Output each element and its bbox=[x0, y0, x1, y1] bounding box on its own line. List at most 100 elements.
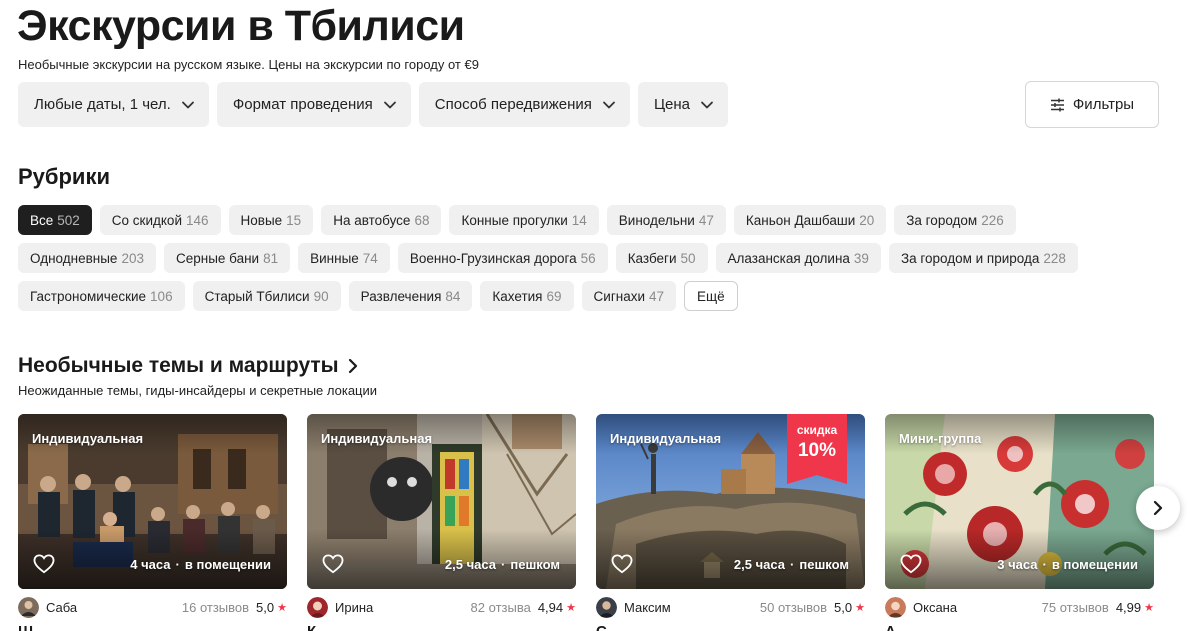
chip-label: Сигнахи bbox=[593, 288, 645, 304]
tour-duration: 2,5 часа bbox=[733, 557, 786, 572]
avatar bbox=[885, 596, 906, 618]
tour-title[interactable]: Ш bbox=[18, 623, 287, 631]
chip-label: Алазанская долина bbox=[727, 250, 850, 266]
chip-count: 81 bbox=[263, 250, 279, 266]
tour-image[interactable]: Индивидуальная 2,5 часа · пешком bbox=[307, 414, 576, 589]
chip-count: 68 bbox=[414, 212, 430, 228]
guide-name: Оксана bbox=[913, 599, 958, 615]
chip-old-tbilisi[interactable]: Старый Тбилиси 90 bbox=[192, 281, 341, 311]
tour-card[interactable]: Индивидуальная скидка 10% 2,5 часа · пешко… bbox=[596, 414, 865, 631]
chip-all[interactable]: Все 502 bbox=[18, 205, 92, 235]
chip-label: Новые bbox=[240, 212, 283, 228]
discount-badge: скидка 10% bbox=[787, 414, 847, 484]
chip-gastro[interactable]: Гастрономические 106 bbox=[18, 281, 185, 311]
rating-value: 4,94 bbox=[537, 599, 564, 615]
chip-label: Конные прогулки bbox=[461, 212, 568, 228]
chip-count: 39 bbox=[853, 250, 869, 266]
chip-more-button[interactable]: Ещё bbox=[684, 281, 738, 311]
chip-wine[interactable]: Винные 74 bbox=[298, 243, 390, 273]
chip-bus[interactable]: На автобусе 68 bbox=[321, 205, 442, 235]
filters-button-label: Фильтры bbox=[1072, 96, 1135, 113]
chip-kakheti[interactable]: Кахетия 69 bbox=[480, 281, 574, 311]
chip-count: 228 bbox=[1043, 250, 1066, 266]
chip-discount[interactable]: Со скидкой 146 bbox=[99, 205, 221, 235]
chip-count: 50 bbox=[680, 250, 696, 266]
tour-image[interactable]: Индивидуальная скидка 10% 2,5 часа · пешко… bbox=[596, 414, 865, 589]
chip-count: 20 bbox=[859, 212, 875, 228]
chip-label: Кахетия bbox=[492, 288, 543, 304]
chip-dashbashi[interactable]: Каньон Дашбаши 20 bbox=[733, 205, 887, 235]
filter-transport-label: Способ передвижения bbox=[434, 96, 592, 113]
chip-count: 47 bbox=[698, 212, 714, 228]
chip-kazbegi[interactable]: Казбеги 50 bbox=[615, 243, 708, 273]
format-badge: Индивидуальная bbox=[610, 431, 722, 446]
avatar bbox=[307, 596, 328, 618]
tour-image[interactable]: Индивидуальная 4 часа · в помещении bbox=[18, 414, 287, 589]
chip-horse[interactable]: Конные прогулки 14 bbox=[449, 205, 599, 235]
chip-label: Развлечения bbox=[360, 288, 442, 304]
chip-count: 106 bbox=[150, 288, 173, 304]
rubrics-title: Рубрики bbox=[18, 164, 110, 189]
page-title: Экскурсии в Тбилиси bbox=[17, 2, 465, 50]
filter-format-button[interactable]: Формат проведения bbox=[216, 82, 411, 127]
heart-icon[interactable] bbox=[900, 554, 922, 574]
discount-label: скидка bbox=[796, 423, 838, 437]
reviews-count: 50 отзывов bbox=[759, 599, 828, 615]
card-footer: Ирина 82 отзыва 4,94 ★ bbox=[307, 595, 576, 619]
chip-label: Казбеги bbox=[627, 250, 677, 266]
chip-label: Все bbox=[30, 212, 54, 228]
chip-alazani[interactable]: Алазанская долина 39 bbox=[715, 243, 881, 273]
format-badge: Мини-группа bbox=[899, 431, 982, 446]
heart-icon[interactable] bbox=[322, 554, 344, 574]
filter-price-button[interactable]: Цена bbox=[637, 82, 729, 127]
chip-label: Со скидкой bbox=[111, 212, 182, 228]
tour-image[interactable]: Мини-группа 3 часа · в помещении bbox=[885, 414, 1154, 589]
chip-wineries[interactable]: Винодельни 47 bbox=[606, 205, 726, 235]
tour-title[interactable]: К bbox=[307, 623, 576, 631]
card-footer: Саба 16 отзывов 5,0 ★ bbox=[18, 595, 287, 619]
chip-count: 226 bbox=[981, 212, 1004, 228]
chip-entertainment[interactable]: Развлечения 84 bbox=[348, 281, 473, 311]
heart-icon[interactable] bbox=[33, 554, 55, 574]
chip-sulfur-baths[interactable]: Серные бани 81 bbox=[163, 243, 291, 273]
filter-bar: Любые даты, 1 чел. Формат проведения Спо… bbox=[18, 82, 729, 127]
tour-card[interactable]: Индивидуальная 4 часа · в помещении Саба 1… bbox=[18, 414, 287, 631]
tour-mode: в помещении bbox=[1051, 557, 1138, 572]
chevron-right-icon bbox=[1153, 500, 1163, 516]
tour-meta: 3 часа · в помещении bbox=[997, 557, 1138, 572]
tour-title[interactable]: А bbox=[885, 623, 1154, 631]
chip-signagi[interactable]: Сигнахи 47 bbox=[581, 281, 677, 311]
tour-title[interactable]: С bbox=[596, 623, 865, 631]
sliders-icon bbox=[1050, 98, 1064, 111]
tour-duration: 2,5 часа bbox=[444, 557, 497, 572]
chip-military-road[interactable]: Военно-Грузинская дорога 56 bbox=[397, 243, 608, 273]
chip-count: 146 bbox=[186, 212, 209, 228]
chip-one-day[interactable]: Однодневные 203 bbox=[18, 243, 156, 273]
chip-new[interactable]: Новые 15 bbox=[228, 205, 314, 235]
chevron-down-icon bbox=[602, 98, 616, 112]
filter-transport-button[interactable]: Способ передвижения bbox=[418, 82, 630, 127]
chip-out-of-town[interactable]: За городом 226 bbox=[894, 205, 1016, 235]
themes-subtitle: Неожиданные темы, гиды-инсайдеры и секре… bbox=[18, 383, 378, 398]
chip-count: 502 bbox=[57, 212, 80, 228]
themes-title[interactable]: Необычные темы и маршруты bbox=[18, 354, 359, 378]
chip-nature[interactable]: За городом и природа 228 bbox=[888, 243, 1078, 273]
tour-meta: 4 часа · в помещении bbox=[130, 557, 271, 572]
chip-label: Серные бани bbox=[175, 250, 260, 266]
tour-card[interactable]: Индивидуальная 2,5 часа · пешком Ирина 82 … bbox=[307, 414, 576, 631]
rubric-chips: Все 502 Со скидкой 146 Новые 15 На автобусе… bbox=[18, 205, 1158, 319]
heart-icon[interactable] bbox=[611, 554, 633, 574]
tour-cards: Индивидуальная 4 часа · в помещении Саба 1… bbox=[18, 414, 1154, 631]
chip-label: Старый Тбилиси bbox=[204, 288, 310, 304]
tour-duration: 3 часа bbox=[997, 557, 1038, 572]
star-icon: ★ bbox=[566, 601, 576, 614]
filter-dates-button[interactable]: Любые даты, 1 чел. bbox=[18, 82, 209, 127]
chip-label: Однодневные bbox=[30, 250, 118, 266]
chip-count: 90 bbox=[313, 288, 329, 304]
chip-count: 56 bbox=[580, 250, 596, 266]
filters-button[interactable]: Фильтры bbox=[1025, 81, 1159, 128]
carousel-next-button[interactable] bbox=[1136, 486, 1180, 530]
chip-row: Однодневные 203 Серные бани 81 Винные 74 Во… bbox=[18, 243, 1158, 273]
tour-card[interactable]: Мини-группа 3 часа · в помещении Оксана 75… bbox=[885, 414, 1154, 631]
chip-count: 84 bbox=[445, 288, 461, 304]
